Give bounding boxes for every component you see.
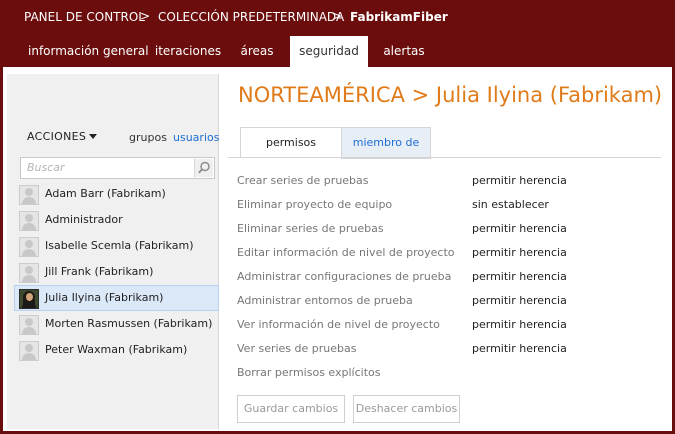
avatar — [19, 237, 39, 257]
avatar — [19, 289, 39, 309]
tab-areas[interactable]: áreas — [230, 36, 284, 67]
user-list-item[interactable]: Isabelle Scemla (Fabrikam) — [15, 234, 218, 258]
users-link[interactable]: usuarios — [173, 131, 219, 144]
identity-panel: ACCIONES grupos usuarios Buscar Adam Bar… — [7, 74, 219, 429]
user-list-item[interactable]: Peter Waxman (Fabrikam) — [15, 338, 218, 362]
permission-name: Administrar entornos de prueba — [237, 294, 413, 307]
breadcrumb-separator: > — [332, 9, 343, 23]
permission-value[interactable]: permitir herencia — [472, 222, 567, 235]
clear-explicit-permissions-link[interactable]: Borrar permisos explícitos — [237, 366, 380, 379]
permission-name: Editar información de nivel de proyecto — [237, 246, 455, 259]
admin-tabs: información general iteraciones áreas se… — [0, 36, 675, 67]
user-name: Peter Waxman (Fabrikam) — [45, 343, 188, 356]
avatar — [19, 211, 39, 231]
tab-permissions[interactable]: permisos — [240, 127, 342, 158]
permission-value[interactable]: permitir herencia — [472, 246, 567, 259]
tab-general-info[interactable]: información general — [28, 36, 149, 67]
actions-menu[interactable]: ACCIONES — [27, 130, 86, 143]
tab-alerts[interactable]: alertas — [372, 36, 436, 67]
permission-name: Eliminar series de pruebas — [237, 222, 384, 235]
user-name: Isabelle Scemla (Fabrikam) — [45, 239, 194, 252]
permission-value[interactable]: permitir herencia — [472, 294, 567, 307]
permission-value[interactable]: permitir herencia — [472, 174, 567, 187]
user-list-item[interactable]: Jill Frank (Fabrikam) — [15, 260, 218, 284]
user-name: Morten Rasmussen (Fabrikam) — [45, 317, 213, 330]
search-input[interactable]: Buscar — [20, 157, 215, 179]
breadcrumb-separator: > — [140, 9, 151, 23]
tab-iterations[interactable]: iteraciones — [150, 36, 226, 67]
user-name: Jill Frank (Fabrikam) — [45, 265, 154, 278]
avatar — [19, 341, 39, 361]
top-navigation-bar: PANEL DE CONTROL > COLECCIÓN PREDETERMIN… — [0, 0, 675, 36]
save-changes-button[interactable]: Guardar cambios — [237, 395, 345, 423]
permission-value[interactable]: permitir herencia — [472, 342, 567, 355]
permission-value[interactable]: permitir herencia — [472, 318, 567, 331]
permission-name: Eliminar proyecto de equipo — [237, 198, 393, 211]
user-name: Adam Barr (Fabrikam) — [45, 187, 166, 200]
permission-name: Administrar configuraciones de prueba — [237, 270, 452, 283]
search-placeholder: Buscar — [27, 161, 65, 174]
tab-security[interactable]: seguridad — [290, 36, 368, 67]
avatar — [19, 315, 39, 335]
avatar — [19, 263, 39, 283]
undo-changes-button[interactable]: Deshacer cambios — [353, 395, 460, 423]
avatar — [19, 185, 39, 205]
breadcrumb-control-panel[interactable]: PANEL DE CONTROL — [24, 10, 145, 24]
user-list-item[interactable]: Adam Barr (Fabrikam) — [15, 182, 218, 206]
user-name: Administrador — [45, 213, 123, 226]
tab-divider — [228, 157, 661, 158]
breadcrumb-project[interactable]: FabrikamFiber — [350, 10, 448, 24]
user-list-item[interactable]: Morten Rasmussen (Fabrikam) — [15, 312, 218, 336]
search-icon[interactable] — [194, 159, 213, 177]
breadcrumb-collection[interactable]: COLECCIÓN PREDETERMINADA — [158, 10, 344, 24]
chevron-down-icon[interactable] — [89, 134, 97, 139]
user-name: Julia Ilyina (Fabrikam) — [45, 291, 164, 304]
tab-member-of[interactable]: miembro de — [341, 127, 431, 159]
permission-value[interactable]: permitir herencia — [472, 270, 567, 283]
page-title: NORTEAMÉRICA > Julia Ilyina (Fabrikam) — [238, 83, 663, 107]
user-list-item-selected[interactable]: Julia Ilyina (Fabrikam) — [14, 285, 219, 311]
groups-link[interactable]: grupos — [129, 131, 167, 144]
permission-name: Ver información de nivel de proyecto — [237, 318, 440, 331]
permission-value[interactable]: sin establecer — [472, 198, 549, 211]
content-area: ACCIONES grupos usuarios Buscar Adam Bar… — [3, 67, 672, 431]
permission-name: Crear series de pruebas — [237, 174, 369, 187]
permission-name: Ver series de pruebas — [237, 342, 357, 355]
user-list-item[interactable]: Administrador — [15, 208, 218, 232]
